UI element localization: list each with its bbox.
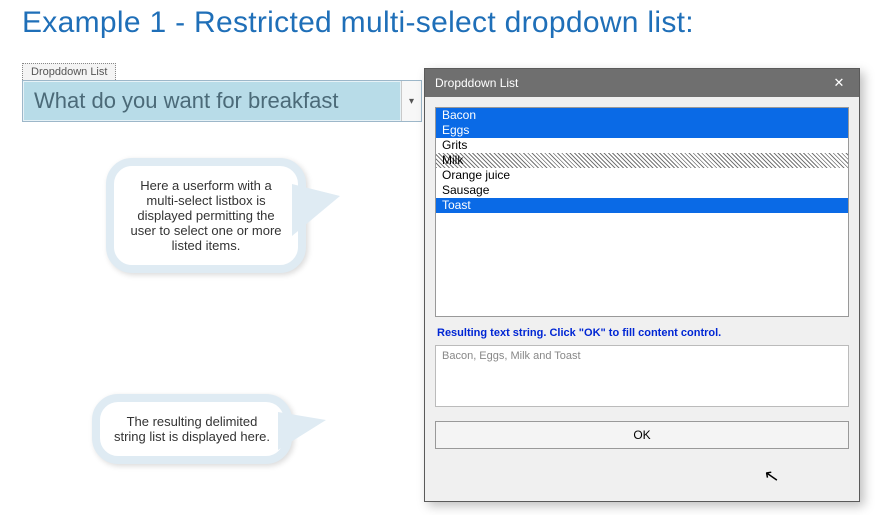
- callout-result-explanation: The resulting delimited string list is d…: [92, 394, 292, 464]
- list-item[interactable]: Milk: [436, 153, 848, 168]
- options-listbox[interactable]: BaconEggsGritsMilkOrange juiceSausageToa…: [435, 107, 849, 317]
- instruction-text: Resulting text string. Click "OK" to fil…: [437, 327, 847, 339]
- list-item[interactable]: Eggs: [436, 123, 848, 138]
- list-item[interactable]: Grits: [436, 138, 848, 153]
- list-item[interactable]: Bacon: [436, 108, 848, 123]
- content-control-drop-button[interactable]: ▾: [401, 81, 421, 121]
- list-item[interactable]: Sausage: [436, 183, 848, 198]
- list-item[interactable]: Toast: [436, 198, 848, 213]
- result-textbox[interactable]: Bacon, Eggs, Milk and Toast: [435, 345, 849, 407]
- dialog-titlebar: Dropddown List ✕: [425, 69, 859, 97]
- dialog-title: Dropddown List: [435, 76, 825, 90]
- content-control-tab: Dropddown List: [22, 63, 116, 80]
- ok-button[interactable]: OK: [435, 421, 849, 449]
- dropdown-dialog: Dropddown List ✕ BaconEggsGritsMilkOrang…: [424, 68, 860, 502]
- close-button[interactable]: ✕: [825, 73, 853, 93]
- content-control-field[interactable]: What do you want for breakfast: [23, 81, 401, 121]
- page-heading: Example 1 - Restricted multi-select drop…: [22, 6, 694, 40]
- list-item[interactable]: Orange juice: [436, 168, 848, 183]
- close-icon: ✕: [834, 75, 845, 91]
- callout-listbox-explanation: Here a userform with a multi-select list…: [106, 158, 306, 273]
- content-control: Dropddown List What do you want for brea…: [22, 62, 422, 122]
- content-control-body: What do you want for breakfast ▾: [22, 80, 422, 122]
- chevron-down-icon: ▾: [409, 96, 414, 107]
- cursor-icon: ↖: [762, 465, 781, 488]
